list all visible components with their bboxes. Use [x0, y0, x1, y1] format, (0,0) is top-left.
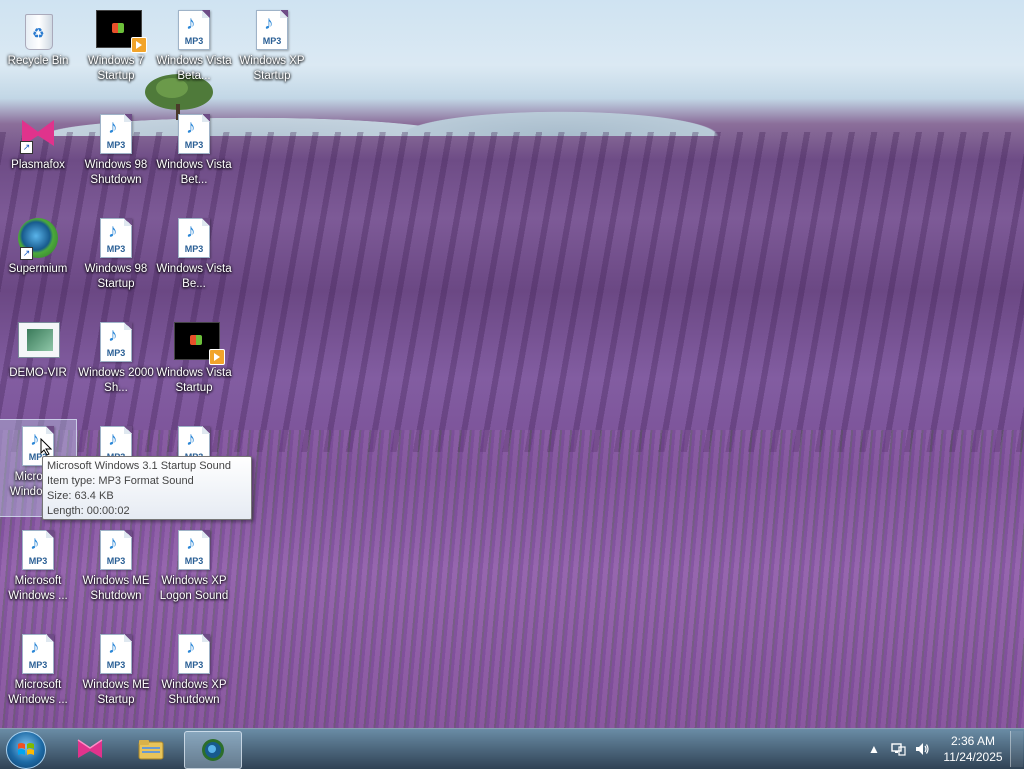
mp3-file-icon: ♪MP3	[174, 530, 214, 572]
desktop-icon-win-me-startup[interactable]: ♪ MP3 Windows ME Startup	[78, 628, 154, 724]
volume-icon[interactable]	[914, 741, 930, 757]
show-desktop-button[interactable]	[1010, 731, 1023, 767]
mp3-file-icon: ♪MP3	[174, 10, 214, 52]
system-clock[interactable]: 2:36 AM 11/24/2025	[938, 733, 1008, 765]
desktop-icon-label: Plasmafox	[11, 159, 65, 171]
plasmafox-icon	[77, 739, 103, 758]
mp3-file-icon: ♪MP3	[174, 114, 214, 156]
desktop-icon-xp-startup[interactable]: ♪ MP3 Windows XP Startup	[234, 4, 310, 100]
desktop-icon-label: Windows 98 Startup	[84, 263, 148, 290]
desktop-icon-label: Microsoft Windows ...	[8, 679, 68, 706]
desktop-icon-vista-startup[interactable]: Windows Vista Startup	[156, 316, 232, 412]
supermium-icon	[202, 739, 224, 761]
desktop-icon-label: Windows Vista Startup	[156, 367, 232, 394]
desktop-icon-ms-windows-2[interactable]: ♪ MP3 Microsoft Windows ...	[0, 524, 76, 620]
desktop-icon-label: Windows 98 Shutdown	[84, 159, 148, 186]
mp3-file-icon: ♪MP3	[252, 10, 292, 52]
tooltip-size: Size: 63.4 KB	[47, 490, 114, 502]
mp3-file-icon: ♪MP3	[174, 218, 214, 260]
desktop-icon-win2000-sh[interactable]: ♪ MP3 Windows 2000 Sh...	[78, 316, 154, 412]
taskbar: ▲ 2:36 AM 11/24/2025	[0, 728, 1024, 769]
application-window-icon	[18, 322, 60, 364]
desktop-icon-plasmafox[interactable]: ↗ Plasmafox	[0, 108, 76, 204]
desktop-icon-label: Windows ME Startup	[82, 679, 150, 706]
desktop-icon-recycle-bin[interactable]: Recycle Bin	[0, 4, 76, 100]
desktop-icon-label: Recycle Bin	[7, 55, 69, 67]
desktop-icon-supermium[interactable]: ↗ Supermium	[0, 212, 76, 308]
desktop-icon-label: Windows XP Shutdown	[161, 679, 227, 706]
mp3-file-icon: ♪MP3	[18, 634, 58, 676]
desktop-icon-label: Windows XP Startup	[239, 55, 305, 82]
desktop-icon-label: Windows XP Logon Sound	[159, 575, 229, 602]
file-tooltip: Microsoft Windows 3.1 Startup Sound Item…	[42, 456, 252, 520]
tooltip-length: Length: 00:00:02	[47, 505, 130, 517]
desktop-icon-vista-beta-2[interactable]: ♪ MP3 Windows Vista Bet...	[156, 108, 232, 204]
mp3-file-icon: ♪MP3	[96, 530, 136, 572]
desktop-icon-vista-beta-1[interactable]: ♪ MP3 Windows Vista Beta...	[156, 4, 232, 100]
tooltip-title: Microsoft Windows 3.1 Startup Sound	[47, 460, 232, 472]
taskbar-supermium-button[interactable]	[184, 731, 242, 769]
mp3-file-icon: ♪MP3	[96, 322, 136, 364]
mouse-pointer-icon	[40, 438, 52, 456]
windows-logo-icon	[18, 743, 34, 755]
desktop-icon-win-me-shutdown[interactable]: ♪ MP3 Windows ME Shutdown	[78, 524, 154, 620]
desktop-icon-label: Microsoft Windows ...	[8, 575, 68, 602]
mp3-file-icon: ♪MP3	[96, 634, 136, 676]
desktop-icon-demo-vir[interactable]: DEMO-VIR	[0, 316, 76, 412]
desktop-icon-label: Windows Vista Be...	[156, 263, 232, 290]
desktop-icon-label: Windows Vista Bet...	[156, 159, 232, 186]
desktop-icon-label: DEMO-VIR	[9, 367, 67, 379]
desktop-icon-vista-beta-3[interactable]: ♪ MP3 Windows Vista Be...	[156, 212, 232, 308]
desktop-icon-xp-shutdown[interactable]: ♪ MP3 Windows XP Shutdown	[156, 628, 232, 724]
mp3-file-icon: ♪MP3	[96, 218, 136, 260]
video-file-icon	[96, 10, 147, 53]
plasmafox-icon: ↗	[18, 114, 58, 156]
desktop-icon-label: Windows Vista Beta...	[156, 55, 232, 82]
mp3-file-icon: ♪MP3	[18, 530, 58, 572]
desktop-icon-label: Windows 2000 Sh...	[78, 367, 154, 394]
start-button[interactable]	[6, 731, 46, 769]
desktop-icon-xp-logon[interactable]: ♪ MP3 Windows XP Logon Sound	[156, 524, 232, 620]
network-icon[interactable]	[890, 741, 906, 757]
recycle-bin-icon	[18, 10, 58, 52]
desktop-icon-label: Supermium	[8, 263, 68, 275]
desktop-icon-label: Windows 7 Startup	[87, 55, 145, 82]
mp3-file-icon: ♪MP3	[174, 634, 214, 676]
desktop-icon-label: Windows ME Shutdown	[82, 575, 150, 602]
show-hidden-icons-arrow-icon[interactable]: ▲	[866, 741, 882, 757]
folder-icon	[138, 740, 164, 760]
mp3-file-icon: ♪MP3	[96, 114, 136, 156]
desktop-icon-win98-shutdown[interactable]: ♪ MP3 Windows 98 Shutdown	[78, 108, 154, 204]
taskbar-explorer-button[interactable]	[123, 731, 179, 767]
clock-time: 2:36 AM	[950, 734, 996, 748]
desktop-icon-ms-windows-3[interactable]: ♪ MP3 Microsoft Windows ...	[0, 628, 76, 724]
taskbar-plasmafox-button[interactable]	[62, 731, 118, 767]
supermium-icon: ↗	[18, 218, 58, 260]
video-file-icon	[174, 322, 225, 365]
desktop-icon-win7-startup[interactable]: Windows 7 Startup	[78, 4, 154, 100]
clock-date: 11/24/2025	[943, 750, 1003, 764]
tooltip-item-type: Item type: MP3 Format Sound	[47, 475, 194, 487]
desktop-icon-win98-startup[interactable]: ♪ MP3 Windows 98 Startup	[78, 212, 154, 308]
